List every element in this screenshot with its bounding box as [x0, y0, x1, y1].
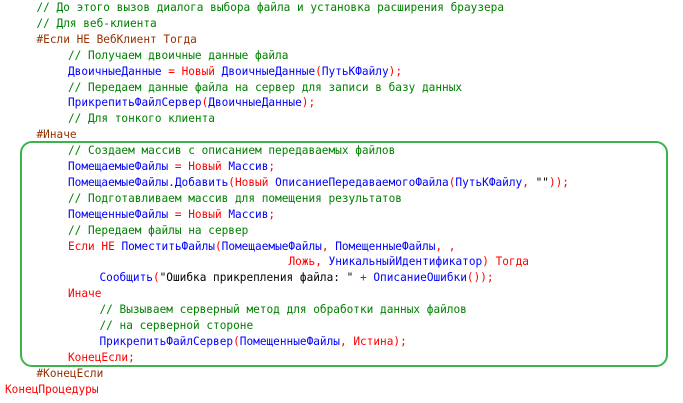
code-identifier — [175, 65, 182, 78]
code-operator: ( — [214, 239, 222, 253]
code-identifier: ПутьКФайлу — [455, 175, 523, 189]
code-identifier: ОписаниеПередаваемогоФайла — [268, 175, 449, 189]
code-identifier: ПутьКФайлу — [321, 64, 389, 78]
code-keyword: КонецЕсли — [68, 350, 129, 364]
code-operator: ) — [482, 255, 489, 269]
code-identifier: Массив — [221, 207, 269, 221]
code-comment: // Передаем файлы на сервер — [68, 223, 249, 237]
code-line: КонецПроцедуры — [5, 382, 99, 398]
code-identifier: ПрикрепитьФайлСервер — [99, 334, 234, 348]
code-identifier — [353, 271, 360, 284]
code-identifier: ДвоичныеДанные — [214, 64, 316, 78]
code-line: ПомещаемыеФайлы = Новый Массив; — [68, 159, 275, 175]
code-identifier: ОписаниеОшибки — [366, 271, 467, 285]
code-identifier — [489, 255, 496, 268]
code-identifier: УникальныйИдентификатор — [328, 255, 483, 269]
code-keyword: Истина — [353, 334, 394, 348]
code-line: Если НЕ ПоместитьФайлы(ПомещаемыеФайлы , … — [68, 239, 455, 255]
code-line: ДвоичныеДанные = Новый ДвоичныеДанные(Пу… — [68, 64, 402, 80]
code-comment: // на серверной стороне — [99, 319, 254, 332]
code-line: ПомещенныеФайлы = Новый Массив; — [68, 207, 275, 223]
code-operator: = — [168, 64, 175, 78]
code-identifier: ПомещаемыеФайлы.Добавить — [68, 175, 229, 189]
code-operator: , — [522, 175, 536, 189]
code-keyword: Новый — [181, 64, 215, 78]
code-operator: = — [174, 207, 182, 221]
code-line: // на серверной стороне — [100, 318, 254, 334]
code-operator: = — [174, 160, 182, 173]
code-identifier: ПоместитьФайлы — [114, 239, 215, 253]
code-string: "Ошибка прикрепления файла: " — [159, 271, 354, 285]
code-line: ПомещаемыеФайлы.Добавить(Новый ОписаниеП… — [68, 175, 569, 191]
code-operator: ()); — [466, 271, 494, 285]
code-operator: , — [321, 239, 336, 253]
code-identifier: ДвоичныеДанные — [208, 96, 302, 110]
code-keyword: Новый — [188, 207, 222, 221]
code-comment: // Получаем двоичные данные файла — [68, 48, 289, 62]
code-line: // Подготавливаем массив для помещения р… — [68, 191, 402, 207]
code-preprocessor: #Если НЕ ВебКлиент Тогда — [36, 32, 197, 46]
code-line: Иначе — [68, 286, 101, 302]
code-operator: ; — [268, 160, 276, 173]
code-line: // Создаем массив с описанием передаваем… — [68, 143, 395, 159]
code-preprocessor: #Иначе — [36, 128, 77, 142]
code-operator: ( — [233, 334, 240, 348]
code-line: ПрикрепитьФайлСервер(ДвоичныеДанные); — [68, 95, 315, 111]
code-operator: ); — [393, 334, 407, 348]
code-line: // Для веб-клиента — [37, 16, 157, 32]
code-identifier: Массив — [221, 160, 269, 173]
code-identifier: ДвоичныеДанные — [68, 64, 169, 78]
code-comment: // Вызываем серверный метод для обработк… — [99, 303, 467, 317]
code-identifier: ПрикрепитьФайлСервер — [68, 96, 202, 110]
code-operator: ); — [388, 64, 402, 78]
code-comment: // Подготавливаем массив для помещения р… — [68, 191, 402, 205]
code-operator: ); — [301, 96, 316, 110]
code-line: // Вызываем серверный метод для обработк… — [100, 302, 467, 318]
code-line: Ложь, УникальныйИдентификатор) Тогда — [289, 254, 529, 270]
code-keyword: Тогда — [495, 255, 529, 269]
code-operator: ; — [268, 207, 276, 221]
code-identifier: ПомещенныеФайлы — [335, 239, 436, 253]
code-line: // Для тонкого клиента — [68, 111, 215, 127]
code-identifier: ПомещаемыеФайлы — [68, 160, 175, 173]
code-line: ПрикрепитьФайлСервер(ПомещенныеФайлы, Ис… — [100, 334, 407, 350]
code-line: // До этого вызов диалога выбора файла и… — [37, 0, 505, 16]
code-comment: // До этого вызов диалога выбора файла и… — [36, 1, 505, 14]
code-identifier: ПомещенныеФайлы — [68, 207, 175, 221]
code-operator: ( — [228, 175, 235, 189]
code-operator: ( — [315, 64, 322, 78]
code-comment: // Передаем данные файла на сервер для з… — [68, 80, 463, 94]
code-keyword: Новый — [188, 160, 222, 173]
code-identifier: ПомещенныеФайлы — [239, 334, 340, 348]
code-keyword: Иначе — [68, 287, 102, 301]
code-comment: // Для тонкого клиента — [68, 112, 215, 126]
code-line: // Получаем двоичные данные файла — [68, 48, 288, 64]
code-operator: , , — [435, 239, 456, 253]
code-comment: // Создаем массив с описанием передаваем… — [68, 144, 396, 158]
code-operator: ; — [128, 350, 135, 364]
code-line: КонецЕсли; — [68, 350, 135, 366]
code-string: "" — [535, 175, 549, 189]
code-operator: , — [339, 334, 354, 348]
code-preprocessor: #КонецЕсли — [36, 366, 104, 380]
code-operator: + — [360, 271, 367, 285]
code-keyword: КонецПроцедуры — [5, 382, 99, 396]
code-identifier: ПомещаемыеФайлы — [221, 239, 322, 253]
code-line: #КонецЕсли — [37, 366, 104, 382]
code-keyword: Новый — [234, 175, 269, 189]
code-line: // Передаем файлы на сервер — [68, 223, 248, 239]
code-line: #Иначе — [37, 127, 77, 143]
code-keyword: Ложь — [288, 255, 316, 269]
code-identifier: Сообщить — [99, 271, 153, 285]
code-line: #Если НЕ ВебКлиент Тогда — [37, 32, 197, 48]
code-operator: ( — [152, 271, 160, 285]
code-operator: , — [315, 255, 329, 269]
code-line: Сообщить("Ошибка прикрепления файла: " +… — [100, 270, 494, 286]
code-editor[interactable]: // До этого вызов диалога выбора файла и… — [0, 0, 683, 403]
code-operator: )); — [548, 175, 569, 189]
code-keyword: Если НЕ — [68, 239, 115, 253]
code-line: // Передаем данные файла на сервер для з… — [68, 80, 462, 96]
code-comment: // Для веб-клиента — [36, 16, 157, 30]
